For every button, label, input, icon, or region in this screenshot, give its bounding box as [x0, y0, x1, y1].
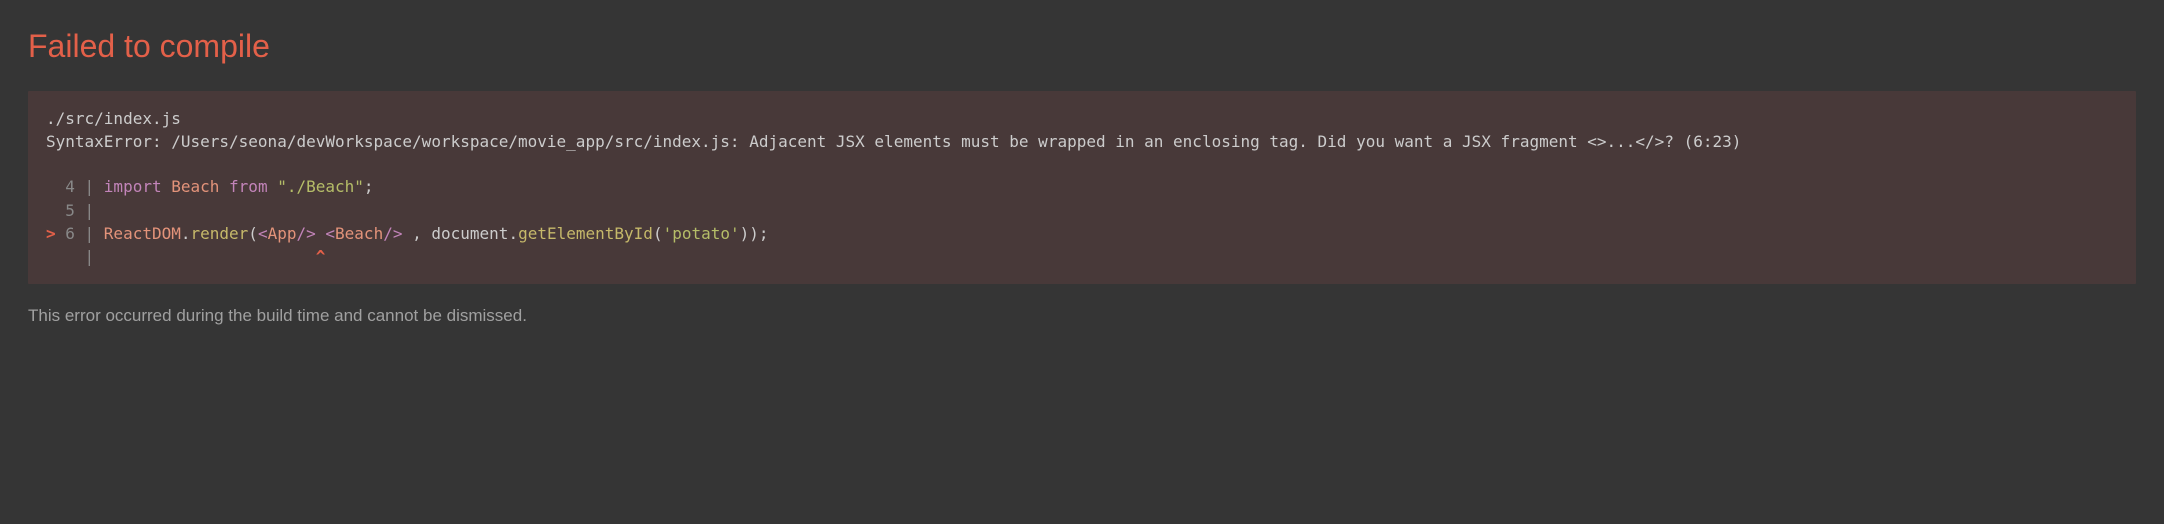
footer-note: This error occurred during the build tim…	[28, 306, 2136, 326]
code-token: .	[508, 224, 518, 243]
code-token: .	[181, 224, 191, 243]
code-token: render	[191, 224, 249, 243]
code-gutter: 5 |	[46, 201, 104, 220]
code-token: <	[325, 224, 335, 243]
code-token: ));	[740, 224, 769, 243]
error-panel: ./src/index.js SyntaxError: /Users/seona…	[28, 91, 2136, 284]
code-token: "./Beach"	[277, 177, 364, 196]
code-token	[104, 247, 316, 266]
code-token: />	[383, 224, 402, 243]
code-token: <	[258, 224, 268, 243]
error-title: Failed to compile	[28, 28, 2136, 65]
code-line: > 6 | ReactDOM.render(<App/> <Beach/> , …	[46, 222, 2118, 245]
code-token: Beach	[335, 224, 383, 243]
code-gutter: 6 |	[65, 224, 104, 243]
code-token: />	[296, 224, 315, 243]
code-token: ReactDOM	[104, 224, 181, 243]
code-token: import	[104, 177, 171, 196]
code-gutter: 4 |	[46, 177, 104, 196]
code-token: Beach	[171, 177, 219, 196]
code-token: (	[248, 224, 258, 243]
error-file-line: ./src/index.js	[46, 107, 2118, 130]
error-message: SyntaxError: /Users/seona/devWorkspace/w…	[46, 130, 2118, 153]
code-token: 'potato'	[663, 224, 740, 243]
code-token	[316, 224, 326, 243]
code-token: getElementById	[518, 224, 653, 243]
code-token: from	[219, 177, 277, 196]
code-token: ,	[402, 224, 431, 243]
code-line: 5 |	[46, 199, 2118, 222]
code-line: 4 | import Beach from "./Beach";	[46, 175, 2118, 198]
code-line: | ^	[46, 245, 2118, 268]
code-token: document	[431, 224, 508, 243]
code-token: (	[653, 224, 663, 243]
code-token: ;	[364, 177, 374, 196]
code-token: ^	[316, 247, 326, 266]
code-token: App	[268, 224, 297, 243]
error-line-marker: >	[46, 224, 65, 243]
error-code-frame: 4 | import Beach from "./Beach"; 5 | > 6…	[46, 175, 2118, 268]
code-gutter: |	[46, 247, 104, 266]
